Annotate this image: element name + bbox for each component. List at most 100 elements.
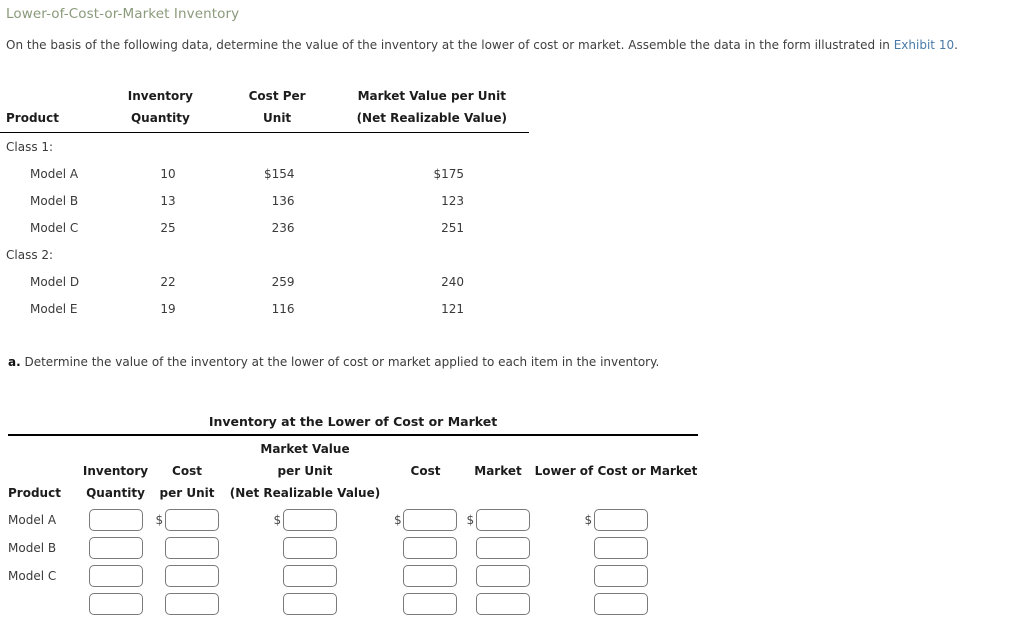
lower-of-cost-or-market-input[interactable] [593, 593, 648, 615]
header-market-value-line1: Market Value per Unit [357, 89, 506, 103]
cost-per-unit-input[interactable] [164, 509, 219, 531]
market-input[interactable] [475, 509, 530, 531]
inventory-quantity-input[interactable] [88, 537, 143, 559]
header-cost-per-unit-line1: Cost Per [248, 89, 306, 103]
inventory-quantity-value: 25 [160, 220, 176, 235]
cost-per-unit-input[interactable] [164, 593, 219, 615]
product-label: Model C [30, 220, 79, 235]
form-header-market: Market [474, 464, 522, 478]
form-header-blank-7 [8, 462, 78, 484]
form-cell-lower-of-cost-or-market: $ [534, 562, 698, 590]
currency-symbol: $ [584, 513, 593, 527]
cost-input[interactable] [403, 593, 457, 615]
cost-per-unit-value: 236 [271, 220, 295, 235]
market-value-per-unit-value [335, 133, 529, 161]
group-label: Class 2: [6, 247, 54, 262]
inventory-quantity-value: 13 [160, 193, 176, 208]
form-cell-market: $ [462, 534, 534, 562]
market-value-per-unit-input[interactable] [282, 565, 337, 587]
form-header-inventory-quantity-line1: Inventory [82, 464, 149, 478]
form-header-blank-10 [534, 484, 698, 506]
group-label: Class 1: [6, 139, 54, 154]
form-cell-cost-per-unit: $ [153, 506, 221, 534]
form-header-blank-4 [389, 440, 462, 462]
cost-per-unit-input[interactable] [164, 537, 219, 559]
currency-symbol: $ [155, 513, 164, 527]
form-header-blank-3 [153, 440, 221, 462]
market-value-per-unit-input[interactable] [282, 593, 337, 615]
form-header-cost: Cost [410, 464, 441, 478]
data-group-row: Class 2: [0, 241, 529, 268]
header-cost-per-unit-line2: Unit [219, 107, 335, 133]
lower-of-cost-or-market-input[interactable] [593, 537, 648, 559]
form-row-product-label [8, 590, 78, 618]
market-input[interactable] [475, 593, 530, 615]
cost-input[interactable] [403, 537, 457, 559]
form-cell-market: $ [462, 590, 534, 618]
form-cell-cost: $ [389, 590, 462, 618]
inventory-quantity-input[interactable] [88, 593, 143, 615]
header-inventory-quantity-line2: Quantity [101, 107, 220, 133]
intro-text-before: On the basis of the following data, dete… [6, 38, 894, 52]
form-row-product-label: Model C [8, 569, 57, 583]
data-table-body: Class 1: Model A 10 $154 $175 Model B 13 136 123… [0, 133, 529, 323]
form-header-cost-per-unit-line1: Cost [172, 464, 202, 478]
market-value-per-unit-value: 240 [441, 274, 464, 289]
exhibit-10-link[interactable]: Exhibit 10 [894, 38, 954, 52]
market-value-per-unit-input[interactable] [282, 509, 337, 531]
requirement-marker: a. [8, 355, 21, 369]
currency-symbol: $ [585, 569, 594, 583]
form-cell-market-value-per-unit: $ [221, 506, 389, 534]
form-head-row-2: Inventory Cost per Unit Cost Market Lowe… [8, 462, 698, 484]
currency-symbol: $ [156, 597, 165, 611]
market-value-per-unit-value: 123 [441, 193, 464, 208]
cost-per-unit-value: 116 [271, 301, 295, 316]
form-table-head: Market Value Inventory Cost per Unit Cos… [8, 440, 698, 506]
market-input[interactable] [475, 537, 530, 559]
header-inventory-quantity-line1: Inventory [127, 89, 193, 103]
inventory-quantity-value: 10 [160, 166, 176, 181]
form-title-rule [8, 434, 698, 436]
form-cell-inventory-quantity [78, 590, 153, 618]
cost-per-unit-value: $154 [263, 166, 295, 181]
form-header-blank-2 [78, 440, 153, 462]
currency-symbol: $ [394, 569, 403, 583]
currency-symbol: $ [274, 569, 283, 583]
form-header-blank-5 [462, 440, 534, 462]
form-cell-market: $ [462, 562, 534, 590]
data-table-head-lower-row: Product Quantity Unit (Net Realizable Va… [0, 107, 529, 133]
currency-symbol: $ [274, 541, 283, 555]
currency-symbol: $ [273, 513, 282, 527]
form-cell-lower-of-cost-or-market: $ [534, 534, 698, 562]
form-cell-cost: $ [389, 534, 462, 562]
cost-per-unit-value: 136 [271, 193, 295, 208]
lower-of-cost-or-market-input[interactable] [593, 565, 648, 587]
form-header-market-value-line3: (Net Realizable Value) [229, 486, 381, 500]
form-header-blank-9 [462, 484, 534, 506]
data-table-row: Model A 10 $154 $175 [0, 160, 529, 187]
form-row-product-label: Model B [8, 541, 57, 555]
product-label: Model A [30, 166, 79, 181]
form-row: Model B $ $ $ $ $ [8, 534, 698, 562]
inventory-quantity-input[interactable] [88, 509, 143, 531]
cost-input[interactable] [403, 509, 457, 531]
market-value-per-unit-value [335, 241, 529, 268]
cost-per-unit-input[interactable] [164, 565, 219, 587]
market-value-per-unit-input[interactable] [282, 537, 337, 559]
market-input[interactable] [475, 565, 530, 587]
cost-per-unit-value [220, 133, 335, 161]
cost-input[interactable] [403, 565, 457, 587]
page-title: Lower-of-Cost-or-Market Inventory [6, 6, 240, 22]
data-table-row: Model B 13 136 123 [0, 187, 529, 214]
currency-symbol: $ [585, 597, 594, 611]
inventory-quantity-input[interactable] [88, 565, 143, 587]
form-row: $ $ $ $ $ [8, 590, 698, 618]
form-header-market-value-line2: per Unit [277, 464, 333, 478]
data-table-row: Model E 19 116 121 [0, 295, 529, 322]
intro-text-after: . [954, 38, 958, 52]
form-cell-market: $ [462, 506, 534, 534]
form-head-row-1: Market Value [8, 440, 698, 462]
lower-of-cost-or-market-input[interactable] [593, 509, 648, 531]
currency-symbol: $ [467, 541, 476, 555]
currency-symbol: $ [394, 597, 403, 611]
